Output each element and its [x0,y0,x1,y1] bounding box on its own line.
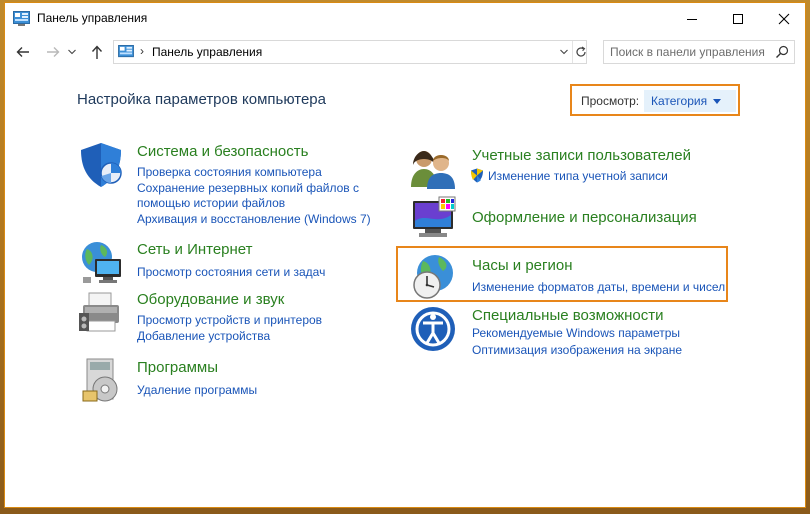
clock-globe-icon [413,255,453,299]
category-title[interactable]: Программы [137,359,218,376]
ease-of-access-icon [411,307,455,351]
up-button[interactable] [87,42,107,62]
shield-icon [81,143,122,187]
control-panel-icon [13,11,30,26]
users-icon [411,151,455,189]
uac-shield-icon [471,168,483,183]
search-input[interactable] [610,44,770,60]
back-button[interactable] [13,42,33,62]
refresh-icon [575,46,586,57]
close-icon [778,13,790,25]
category-link[interactable]: Архивация и восстановление (Windows 7) [137,212,371,226]
minimize-icon [687,19,697,20]
programs-disc-icon [82,358,118,402]
up-arrow-icon [91,45,103,59]
category-link[interactable]: помощью истории файлов [137,196,285,210]
breadcrumb-separator[interactable]: › [140,44,144,58]
category-link[interactable]: Изменение типа учетной записи [488,169,668,183]
back-arrow-icon [16,47,29,57]
maximize-button[interactable] [715,3,761,35]
address-bar[interactable]: › Панель управления [113,40,587,64]
close-button[interactable] [761,3,807,35]
category-link[interactable]: Удаление программы [137,383,257,397]
chevron-down-icon [560,49,568,55]
search-icon[interactable] [775,45,789,59]
category-title[interactable]: Оформление и персонализация [472,209,697,226]
category-title[interactable]: Оборудование и звук [137,291,284,308]
category-link[interactable]: Просмотр устройств и принтеров [137,313,322,327]
recent-locations-button[interactable] [65,42,79,62]
category-link[interactable]: Сохранение резервных копий файлов с [137,181,359,195]
view-by-control: Просмотр: Категория [570,84,740,116]
view-by-value: Категория [651,94,708,108]
monitor-palette-icon [413,196,456,237]
printer-icon [79,292,119,332]
category-link[interactable]: Оптимизация изображения на экране [472,343,682,357]
category-link[interactable]: Просмотр состояния сети и задач [137,265,325,279]
minimize-button[interactable] [669,3,715,35]
search-box[interactable] [603,40,795,64]
category-link[interactable]: Добавление устройства [137,329,270,343]
address-dropdown-button[interactable] [556,41,572,63]
page-title: Настройка параметров компьютера [77,91,326,108]
control-panel-window: Панель управления › Панель управления По… [4,2,806,508]
dropdown-caret-icon [713,98,722,104]
network-globe-icon [82,242,121,283]
navigation-bar: › Панель управления [5,35,805,69]
category-link[interactable]: Изменение форматов даты, времени и чисел [472,280,725,294]
category-title[interactable]: Система и безопасность [137,143,308,160]
category-title[interactable]: Специальные возможности [472,307,664,324]
title-bar: Панель управления [5,3,805,35]
view-by-dropdown[interactable]: Категория [644,90,736,112]
maximize-icon [733,14,743,24]
category-title[interactable]: Часы и регион [472,257,573,274]
category-title[interactable]: Учетные записи пользователей [472,147,691,164]
refresh-button[interactable] [572,41,588,63]
breadcrumb[interactable]: Панель управления [152,45,262,59]
forward-arrow-icon [47,47,60,57]
category-link[interactable]: Рекомендуемые Windows параметры [472,326,680,340]
view-by-label: Просмотр: [581,94,640,108]
window-title: Панель управления [37,11,148,25]
category-title[interactable]: Сеть и Интернет [137,241,253,258]
category-link[interactable]: Проверка состояния компьютера [137,165,322,179]
forward-button[interactable] [43,42,63,62]
chevron-down-icon [68,49,76,55]
control-panel-icon [118,45,134,58]
